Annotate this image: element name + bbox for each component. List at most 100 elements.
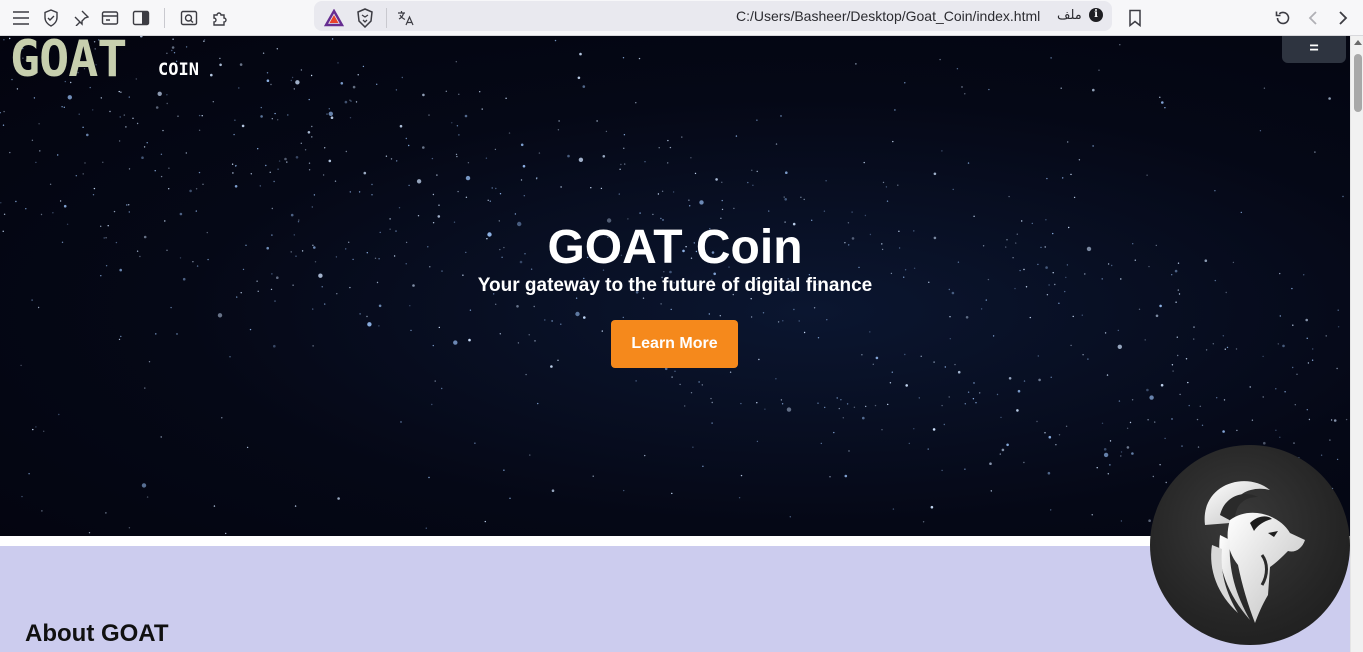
- star-dot: [249, 328, 252, 331]
- star-dot: [1070, 344, 1072, 347]
- star-dot: [367, 322, 372, 327]
- star-dot: [269, 171, 271, 173]
- star-dot: [905, 384, 908, 387]
- star-dot: [1235, 348, 1238, 350]
- star-dot: [1205, 349, 1208, 351]
- star-dot: [1236, 429, 1238, 432]
- star-dot: [1193, 326, 1195, 328]
- screen-capture-icon[interactable]: [97, 5, 123, 31]
- star-dot: [37, 306, 40, 309]
- pin-icon[interactable]: [68, 5, 94, 31]
- star-dot: [941, 150, 943, 152]
- star-dot: [577, 76, 581, 80]
- star-dot: [1263, 441, 1266, 445]
- menu-icon[interactable]: [8, 5, 34, 31]
- star-dot: [667, 162, 669, 164]
- star-dot: [885, 186, 888, 188]
- star-dot: [892, 140, 894, 143]
- star-dot: [517, 342, 520, 344]
- star-dot: [1159, 464, 1161, 466]
- star-dot: [1345, 418, 1348, 421]
- sidebar-icon[interactable]: [128, 5, 154, 31]
- star-dot: [431, 403, 433, 406]
- forward-icon[interactable]: [1330, 5, 1356, 31]
- goat-logo-badge[interactable]: [1150, 445, 1350, 645]
- star-dot: [957, 370, 961, 374]
- site-logo[interactable]: GOAT: [10, 36, 127, 88]
- star-dot: [162, 129, 164, 132]
- star-dot: [417, 215, 420, 217]
- star-dot: [967, 162, 970, 164]
- star-dot: [813, 307, 816, 309]
- star-dot: [1001, 448, 1005, 452]
- scroll-up-arrow-icon[interactable]: [1354, 40, 1362, 45]
- star-dot: [522, 164, 526, 168]
- star-dot: [311, 206, 313, 208]
- star-dot: [40, 213, 43, 216]
- star-dot: [2, 124, 5, 126]
- star-dot: [213, 505, 216, 507]
- star-dot: [1224, 348, 1227, 350]
- star-dot: [344, 100, 348, 104]
- brave-rewards-icon[interactable]: [321, 5, 347, 31]
- star-dot: [189, 189, 192, 193]
- bookmark-icon[interactable]: [1122, 5, 1148, 31]
- star-dot: [690, 157, 692, 159]
- star-dot: [171, 49, 173, 52]
- star-dot: [1154, 421, 1156, 423]
- star-dot: [212, 101, 214, 103]
- star-dot: [291, 76, 294, 79]
- star-dot: [671, 492, 673, 495]
- star-dot: [660, 217, 662, 220]
- star-dot: [975, 402, 977, 404]
- url-text[interactable]: C:/Users/Basheer/Desktop/Goat_Coin/index…: [736, 8, 1040, 24]
- extensions-icon[interactable]: [207, 5, 233, 31]
- star-dot: [1092, 145, 1094, 147]
- star-dot: [688, 199, 690, 201]
- reload-icon[interactable]: [1270, 5, 1296, 31]
- star-dot: [304, 149, 307, 151]
- star-dot: [3, 110, 5, 113]
- star-dot: [777, 321, 780, 323]
- star-dot: [168, 188, 170, 190]
- star-dot: [1177, 354, 1179, 357]
- star-dot: [820, 442, 822, 445]
- star-dot: [635, 102, 637, 104]
- star-dot: [642, 297, 645, 299]
- star-dot: [455, 153, 458, 156]
- learn-more-button[interactable]: Learn More: [611, 320, 738, 368]
- star-dot: [920, 355, 922, 357]
- star-dot: [166, 102, 168, 105]
- nav-menu-button[interactable]: =: [1282, 36, 1346, 63]
- star-dot: [1294, 404, 1297, 406]
- star-dot: [82, 173, 84, 175]
- vertical-scrollbar[interactable]: [1350, 36, 1363, 652]
- star-dot: [853, 406, 856, 408]
- shield-icon[interactable]: [38, 5, 64, 31]
- star-dot: [590, 187, 592, 189]
- info-icon[interactable]: i: [1089, 8, 1103, 22]
- star-dot: [1197, 446, 1200, 448]
- star-dot: [295, 80, 300, 85]
- star-dot: [1103, 452, 1109, 458]
- back-icon[interactable]: [1300, 5, 1326, 31]
- translate-icon[interactable]: [392, 5, 418, 31]
- star-dot: [271, 207, 273, 210]
- star-dot: [1279, 436, 1281, 438]
- search-page-icon[interactable]: [176, 5, 202, 31]
- scrollbar-thumb[interactable]: [1354, 54, 1362, 112]
- star-dot: [290, 213, 294, 217]
- star-dot: [378, 304, 382, 308]
- star-dot: [1292, 324, 1294, 326]
- star-dot: [1096, 467, 1098, 469]
- star-dot: [322, 174, 325, 176]
- star-dot: [1201, 424, 1204, 426]
- star-dot: [933, 361, 935, 363]
- star-dot: [219, 63, 222, 67]
- brave-shield-icon[interactable]: [352, 5, 378, 31]
- star-dot: [533, 305, 535, 308]
- star-dot: [941, 469, 943, 472]
- star-dot: [355, 101, 358, 103]
- star-dot: [1222, 430, 1225, 433]
- star-dot: [313, 194, 316, 196]
